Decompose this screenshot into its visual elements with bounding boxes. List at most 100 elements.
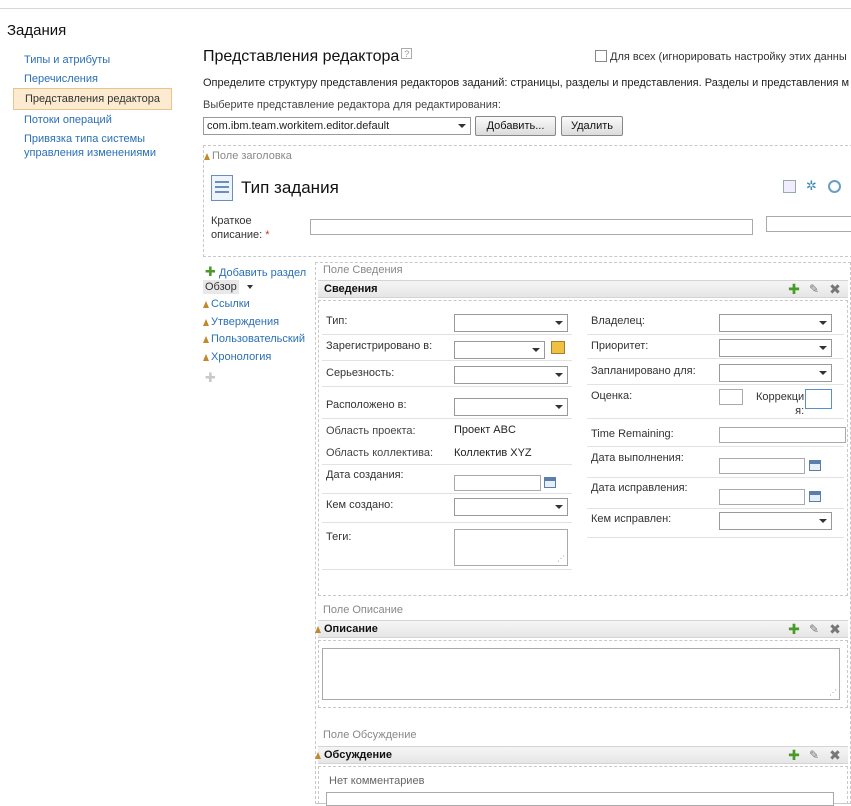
priority-select[interactable] [719, 339, 832, 357]
edit-icon[interactable]: ✎ [808, 749, 820, 761]
warning-icon [315, 752, 321, 759]
project-area-value: Проект ABC [454, 424, 516, 436]
chevron-down-icon [819, 346, 827, 350]
description-textarea[interactable]: ⋰ [322, 648, 840, 700]
due-date-label: Дата выполнения: [591, 452, 684, 464]
overview-menu-chevron-icon[interactable] [247, 285, 253, 289]
short-description-label: Краткое описание: * [211, 214, 270, 242]
estimate-input[interactable] [719, 389, 743, 405]
editor-presentation-select[interactable]: com.ibm.team.workitem.editor.default [203, 117, 471, 135]
add-icon[interactable]: ✚ [788, 622, 800, 636]
apply-all-checkbox[interactable] [595, 50, 607, 62]
resize-grip-icon[interactable]: ⋰ [829, 689, 837, 697]
correction-input[interactable] [805, 389, 832, 409]
divider [587, 334, 844, 335]
type-select[interactable] [454, 314, 568, 332]
resolution-date-label: Дата исправления: [591, 482, 688, 494]
delete-presentation-button[interactable]: Удалить [561, 116, 623, 136]
correction-label: Коррекци я: [756, 390, 804, 418]
add-presentation-button[interactable]: Добавить... [475, 116, 556, 136]
edit-icon[interactable]: ✎ [808, 623, 820, 635]
tab-links-label: Ссылки [211, 298, 250, 310]
divider [322, 386, 572, 387]
edit-icon[interactable]: ✎ [808, 283, 820, 295]
nav-item-workflows[interactable]: Потоки операций [24, 113, 112, 127]
calendar-icon[interactable] [544, 477, 556, 488]
short-description-extra-input[interactable] [766, 216, 851, 232]
apply-all-checkbox-row[interactable]: Для всех (игнорировать настройку этих да… [595, 50, 847, 63]
warning-icon [203, 301, 209, 308]
section-title-text: Представления редактора [203, 48, 400, 65]
chevron-down-icon [819, 371, 827, 375]
owner-select[interactable] [719, 314, 832, 332]
divider [322, 360, 572, 361]
severity-label: Серьезность: [326, 367, 395, 379]
planned-for-select[interactable] [719, 364, 832, 382]
tab-approvals[interactable]: Утверждения [203, 316, 279, 328]
help-icon[interactable]: ? [401, 48, 413, 59]
time-remaining-input[interactable] [719, 427, 846, 443]
tab-custom[interactable]: Пользовательский [203, 333, 305, 345]
divider [587, 537, 844, 538]
found-in-select[interactable] [454, 398, 568, 416]
planned-for-label: Запланировано для: [591, 365, 696, 377]
owner-label: Владелец: [591, 315, 645, 327]
divider [322, 464, 572, 465]
severity-select[interactable] [454, 366, 568, 384]
add-tab-plus-icon[interactable]: ✚ [205, 370, 216, 386]
tab-overview[interactable]: Обзор [203, 280, 239, 294]
tree-structure-icon[interactable]: ✲ [805, 179, 818, 192]
resolution-date-input[interactable] [719, 489, 805, 505]
chevron-down-icon [819, 321, 827, 325]
resolved-by-label: Кем исправлен: [591, 513, 672, 525]
resolved-by-select[interactable] [719, 512, 832, 530]
header-area-box [203, 145, 851, 257]
preview-icon[interactable] [783, 180, 796, 193]
nav-item-type-binding[interactable]: Привязка типа системы управления изменени… [24, 132, 156, 160]
tab-links[interactable]: Ссылки [203, 298, 250, 310]
description-section-header: Описание [315, 620, 848, 638]
calendar-icon[interactable] [809, 491, 821, 502]
add-icon[interactable]: ✚ [788, 282, 800, 296]
short-description-label-line1: Краткое [211, 215, 252, 227]
add-icon[interactable]: ✚ [788, 748, 800, 762]
warning-icon [204, 153, 210, 160]
nav-item-enumerations[interactable]: Перечисления [24, 72, 98, 86]
settings-icon[interactable] [828, 180, 841, 193]
nav-item-types-attributes[interactable]: Типы и атрибуты [24, 53, 110, 67]
add-section-link[interactable]: ✚ Добавить раздел [205, 264, 306, 280]
warning-icon [203, 336, 209, 343]
close-icon[interactable]: ✖ [829, 748, 841, 762]
work-item-type-icon [211, 175, 233, 201]
description-area-label: Поле Описание [323, 604, 403, 616]
work-item-type-title: Тип задания [241, 178, 339, 197]
choose-presentation-label: Выберите представление редактора для ред… [203, 99, 501, 111]
tags-input[interactable]: ⋰ [454, 529, 568, 566]
due-date-input[interactable] [719, 458, 805, 474]
divider [322, 569, 572, 570]
filed-in-picker-icon[interactable] [551, 341, 565, 354]
divider [587, 384, 844, 385]
chevron-down-icon [555, 321, 563, 325]
required-mark: * [265, 229, 270, 241]
calendar-icon[interactable] [809, 460, 821, 471]
resize-grip-icon[interactable]: ⋰ [557, 555, 565, 563]
priority-label: Приоритет: [591, 340, 649, 352]
warning-icon [203, 319, 209, 326]
discussion-area-label: Поле Обсуждение [323, 729, 417, 741]
found-in-label: Расположено в: [326, 399, 407, 411]
creation-date-input[interactable] [454, 475, 541, 491]
estimate-label: Оценка: [591, 390, 633, 402]
divider [587, 418, 844, 419]
apply-all-checkbox-label: Для всех (игнорировать настройку этих да… [610, 51, 847, 63]
filed-in-label: Зарегистрировано в: [326, 340, 433, 352]
nav-item-editor-presentations[interactable]: Представления редактора [13, 88, 172, 110]
close-icon[interactable]: ✖ [829, 282, 841, 296]
created-by-label: Кем создано: [326, 499, 394, 511]
filed-in-select[interactable] [454, 341, 545, 359]
divider [587, 477, 844, 478]
short-description-input[interactable] [310, 219, 753, 235]
tab-history[interactable]: Хронология [203, 351, 271, 363]
close-icon[interactable]: ✖ [829, 622, 841, 636]
created-by-select[interactable] [454, 498, 568, 516]
